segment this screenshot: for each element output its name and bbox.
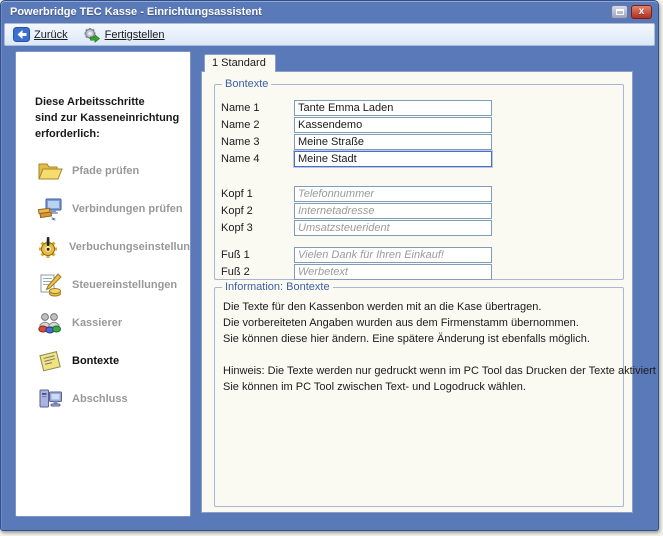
note-icon: [36, 348, 63, 374]
window-title: Powerbridge TEC Kasse - Einrichtungsassi…: [10, 6, 611, 18]
field-row-kopf3: Kopf 3: [221, 219, 623, 236]
field-row-name2: Name 2: [221, 116, 623, 133]
fuss2-label: Fuß 2: [221, 266, 294, 278]
fuss1-label: Fuß 1: [221, 249, 294, 261]
sidebar-item-bontexte[interactable]: Bontexte: [36, 342, 186, 380]
name4-label: Name 4: [221, 153, 294, 165]
information-legend: Information: Bontexte: [222, 281, 333, 293]
gear-icon: [36, 235, 60, 259]
back-button[interactable]: Zurück: [13, 27, 68, 42]
sidebar-item-steuereinstellungen[interactable]: Steuereinstellungen: [36, 266, 186, 304]
application-window: Powerbridge TEC Kasse - Einrichtungsassi…: [0, 0, 659, 531]
name3-input[interactable]: [294, 134, 492, 150]
maximize-icon: [616, 9, 624, 15]
finish-button[interactable]: Fertigstellen: [82, 27, 165, 43]
toolbar: Zurück Fertigstellen: [4, 23, 655, 46]
sidebar-item-kassierer[interactable]: Kassierer: [36, 304, 186, 342]
name3-label: Name 3: [221, 136, 294, 148]
folder-icon: [36, 160, 63, 182]
wizard-steps: Pfade prüfen Ver: [36, 152, 186, 418]
name4-input[interactable]: [294, 151, 492, 167]
kopf2-input[interactable]: [294, 203, 492, 219]
connections-icon: [36, 197, 63, 221]
field-row-kopf1: Kopf 1: [221, 185, 623, 202]
field-row-kopf2: Kopf 2: [221, 202, 623, 219]
gear-arrow-icon: [82, 27, 101, 43]
computer-icon: [36, 387, 63, 411]
back-arrow-icon: [13, 27, 30, 42]
people-icon: [36, 312, 63, 334]
sidebar-item-verbindungen-pruefen[interactable]: Verbindungen prüfen: [36, 190, 186, 228]
tax-document-icon: [36, 273, 63, 297]
back-button-label: Zurück: [34, 29, 68, 41]
content-panel: Bontexte Name 1 Name 2 Name 3 Name 4: [201, 71, 633, 513]
sidebar: Diese Arbeitsschritte sind zur Kassenein…: [15, 51, 191, 517]
finish-button-label: Fertigstellen: [105, 29, 165, 41]
sidebar-item-pfade-pruefen[interactable]: Pfade prüfen: [36, 152, 186, 190]
field-row-name4: Name 4: [221, 150, 623, 167]
field-row-fuss2: Fuß 2: [221, 263, 623, 280]
field-row-name1: Name 1: [221, 99, 623, 116]
close-button[interactable]: x: [631, 5, 652, 19]
kopf1-label: Kopf 1: [221, 188, 294, 200]
field-row-fuss1: Fuß 1: [221, 246, 623, 263]
title-bar[interactable]: Powerbridge TEC Kasse - Einrichtungsassi…: [1, 1, 658, 23]
fuss2-input[interactable]: [294, 264, 492, 280]
bontexte-groupbox: Bontexte Name 1 Name 2 Name 3 Name 4: [214, 84, 624, 280]
name1-input[interactable]: [294, 100, 492, 116]
information-text: Die Texte für den Kassenbon werden mit a…: [215, 288, 623, 395]
name2-input[interactable]: [294, 117, 492, 133]
field-row-name3: Name 3: [221, 133, 623, 150]
name1-label: Name 1: [221, 102, 294, 114]
kopf3-input[interactable]: [294, 220, 492, 236]
kopf2-label: Kopf 2: [221, 205, 294, 217]
maximize-button[interactable]: [611, 5, 628, 19]
name2-label: Name 2: [221, 119, 294, 131]
close-icon: x: [639, 7, 645, 17]
bontexte-legend: Bontexte: [222, 78, 271, 90]
information-groupbox: Information: Bontexte Die Texte für den …: [214, 287, 624, 507]
tab-standard[interactable]: 1 Standard: [204, 54, 276, 72]
fuss1-input[interactable]: [294, 247, 492, 263]
sidebar-item-abschluss[interactable]: Abschluss: [36, 380, 186, 418]
kopf3-label: Kopf 3: [221, 222, 294, 234]
sidebar-item-verbuchungseinstellungen[interactable]: Verbuchungseinstellungen: [36, 228, 186, 266]
sidebar-heading: Diese Arbeitsschritte sind zur Kassenein…: [35, 94, 179, 142]
kopf1-input[interactable]: [294, 186, 492, 202]
